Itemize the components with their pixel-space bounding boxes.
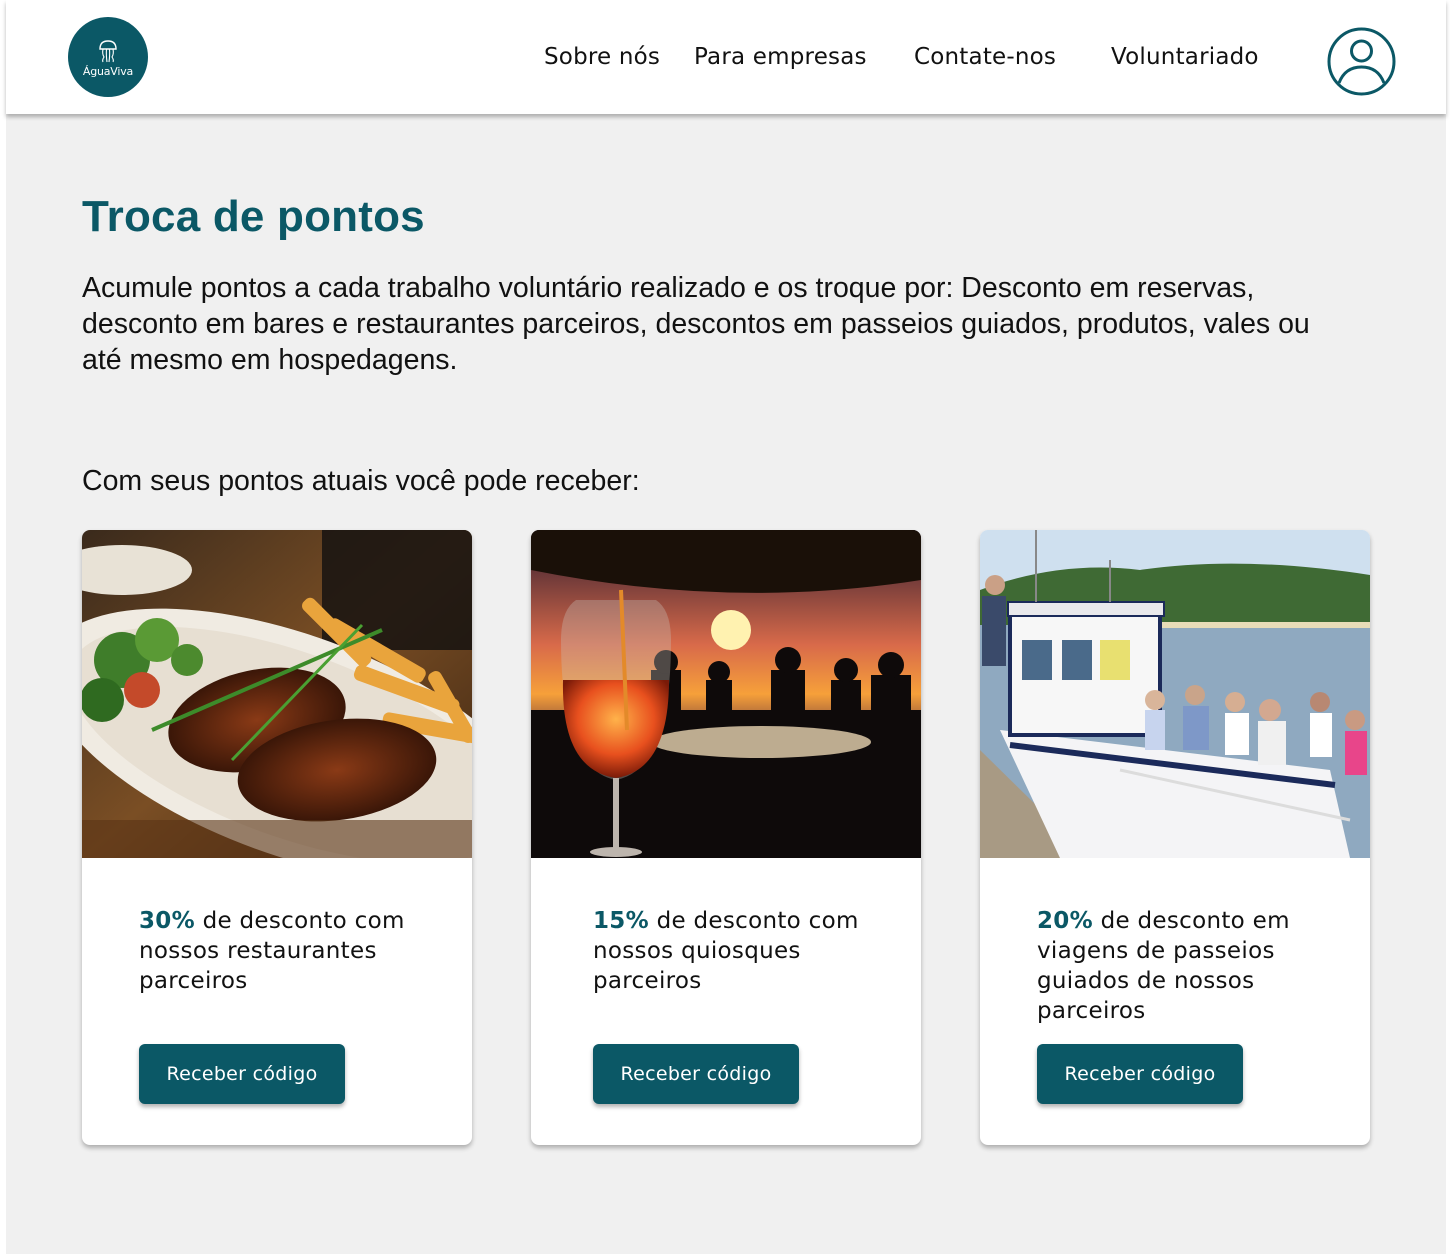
aguaviva-logo[interactable]: ÁguaViva bbox=[68, 17, 148, 97]
discount-percent: 20% bbox=[1037, 908, 1093, 934]
receive-code-button-boat-tour[interactable]: Receber código bbox=[1037, 1044, 1243, 1104]
discount-percent: 15% bbox=[593, 908, 649, 934]
user-icon[interactable] bbox=[1327, 27, 1396, 96]
intro-paragraph: Acumule pontos a cada trabalho voluntári… bbox=[82, 272, 1310, 376]
logo-text: ÁguaViva bbox=[82, 64, 134, 78]
receive-code-button-kiosk[interactable]: Receber código bbox=[593, 1044, 799, 1104]
reward-text-boat-tour: 20% de desconto em viagens de passeios g… bbox=[1037, 906, 1337, 1026]
nav-para-empresas[interactable]: Para empresas bbox=[694, 44, 867, 70]
reward-text-restaurant: 30% de desconto com nossos restaurantes … bbox=[139, 906, 439, 996]
nav-sobre-nos[interactable]: Sobre nós bbox=[544, 44, 660, 70]
rewards-subheading: Com seus pontos atuais você pode receber… bbox=[82, 465, 640, 497]
grilled-steak-with-fries-photo bbox=[82, 530, 472, 858]
reward-text-kiosk: 15% de desconto com nossos quiosques par… bbox=[593, 906, 893, 996]
cocktail-at-sunset-photo bbox=[531, 530, 921, 858]
jellyfish-icon bbox=[99, 39, 117, 62]
nav-voluntariado[interactable]: Voluntariado bbox=[1111, 44, 1259, 70]
boat-tour-passengers-photo bbox=[980, 530, 1370, 858]
page-title: Troca de pontos bbox=[82, 192, 425, 241]
discount-percent: 30% bbox=[139, 908, 195, 934]
receive-code-button-restaurant[interactable]: Receber código bbox=[139, 1044, 345, 1104]
top-navbar: ÁguaViva Sobre nós Para empresas Contate… bbox=[6, 0, 1446, 114]
nav-contate-nos[interactable]: Contate-nos bbox=[914, 44, 1056, 70]
